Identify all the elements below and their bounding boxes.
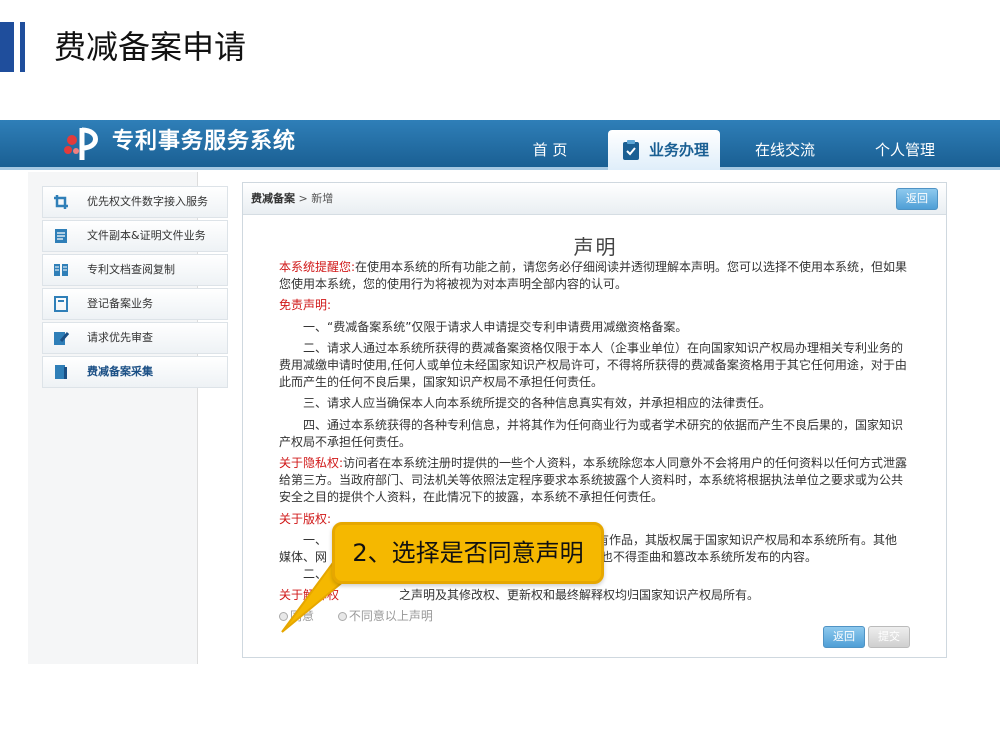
sidebar-item-label: 费减备案采集 [87,365,153,378]
interpret-text: 之声明及其修改权、更新权和最终解释权均归国家知识产权局所有。 [399,588,760,603]
logo-icon [64,127,98,160]
sidebar-item-priority-digital[interactable]: 优先权文件数字接入服务 [42,186,228,218]
nav-business-label: 业务办理 [648,141,709,159]
breadcrumb-current: 新增 [311,192,334,205]
clipboard-icon [623,140,639,160]
disclaimer-item-1: 一、“费减备案系统”仅限于请求人申请提交专利申请费用减缴资格备案。 [303,319,688,334]
register-icon [54,296,68,312]
disagree-option[interactable]: 不同意以上声明 [337,609,443,623]
sidebar-item-register[interactable]: 登记备案业务 [42,288,228,320]
document-icon [55,229,67,243]
book-icon [54,264,68,276]
system-name: 专利事务服务系统 [112,129,297,154]
edit-icon [54,332,69,345]
reminder-text: 在使用本系统的所有功能之前，请您务必仔细阅读并透彻理解本声明。您可以选择不使用本… [279,260,908,292]
submit-button[interactable]: 提交 [868,626,910,648]
privacy-paragraph: 关于隐私权:访问者在本系统注册时提供的一些个人资料，本系统除您本人同意外不会将用… [279,455,911,507]
breadcrumb-separator: > [295,192,312,205]
app-header: 专利事务服务系统 首 页 业务办理 在线交流 个人管理 [0,120,1000,170]
sidebar-item-label: 请求优先审查 [87,331,153,344]
sidebar-item-label: 专利文档查阅复制 [87,263,175,276]
disclaimer-item-3: 三、请求人应当确保本人向本系统所提交的各种信息真实有效，并承担相应的法律责任。 [303,396,772,411]
slide-title: 费减备案申请 [54,28,247,66]
nav-personal[interactable]: 个人管理 [860,132,950,168]
disclaimer-item-4: 四、通过本系统获得的各种专利信息，并将其作为任何商业行为或者学术研究的依据而产生… [279,417,904,449]
nav-online-chat[interactable]: 在线交流 [740,132,830,168]
panel-header: 费减备案 > 新增 返回 [243,183,946,215]
return-button-top[interactable]: 返回 [896,188,938,210]
interpret-paragraph: 关于解释权之声明及其修改权、更新权和最终解释权均归国家知识产权局所有。 [279,587,911,604]
reminder-label: 本系统提醒您: [279,260,356,274]
sidebar-item-doc-query[interactable]: 专利文档查阅复制 [42,254,228,286]
crop-icon [54,195,68,209]
disclaimer-label: 免责声明: [279,298,332,313]
sidebar-item-label: 优先权文件数字接入服务 [87,195,208,208]
disclaimer-item-2: 二、请求人通过本系统所获得的费减备案资格仅限于本人（企事业单位）在向国家知识产权… [279,340,907,390]
return-button[interactable]: 返回 [823,626,865,648]
sidebar: 优先权文件数字接入服务 文件副本&证明文件业务 专利文档查阅复制 登记备案业务 … [28,172,228,664]
reminder-paragraph: 本系统提醒您:在使用本系统的所有功能之前，请您务必仔细阅读并透彻理解本声明。您可… [279,259,911,293]
disagree-label: 不同意以上声明 [348,609,433,623]
step-callout: 2、选择是否同意声明 [332,522,604,584]
privacy-label: 关于隐私权: [279,456,344,471]
folder-icon [55,365,67,379]
nav-home[interactable]: 首 页 [510,132,590,168]
slide-accent-bar [0,22,14,72]
sidebar-item-label: 登记备案业务 [87,297,153,310]
sidebar-item-file-copy[interactable]: 文件副本&证明文件业务 [42,220,228,252]
breadcrumb-root[interactable]: 费减备案 [251,192,295,205]
breadcrumb: 费减备案 > 新增 [251,183,333,215]
nav-business[interactable]: 业务办理 [608,130,720,170]
declaration-title: 声明 [573,235,618,259]
sidebar-item-priority-review[interactable]: 请求优先审查 [42,322,228,354]
sidebar-item-label: 文件副本&证明文件业务 [87,229,206,242]
privacy-text: 访问者在本系统注册时提供的一些个人资料，本系统除您本人同意外不会将用户的任何资料… [279,456,908,505]
slide-accent-bar-thin [20,22,25,72]
sidebar-item-fee-reduction[interactable]: 费减备案采集 [42,356,228,388]
